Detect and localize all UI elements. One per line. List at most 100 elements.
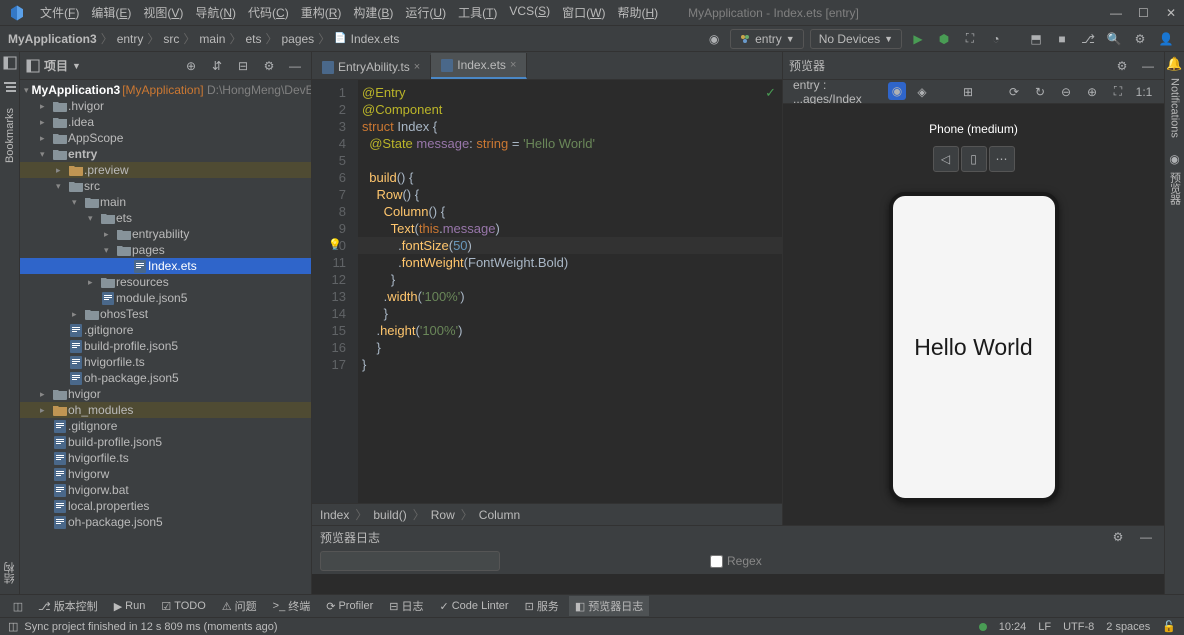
close-tab-icon[interactable]: × <box>510 59 516 71</box>
coverage-button[interactable]: ⛶ <box>960 29 980 49</box>
menu-item[interactable]: 文件(F) <box>34 2 85 23</box>
code-line[interactable]: .height('100%') <box>358 322 782 339</box>
editor-body[interactable]: 1234567891011121314151617 ✓ @Entry@Compo… <box>312 80 782 503</box>
grid-icon[interactable]: ⊞ <box>958 82 978 102</box>
tree-root[interactable]: ▾MyApplication3 [MyApplication] D:\HongM… <box>20 82 311 98</box>
breadcrumb-item[interactable]: pages <box>281 32 314 46</box>
tree-row[interactable]: .gitignore <box>20 418 311 434</box>
editor-tab[interactable]: EntryAbility.ts× <box>312 55 431 79</box>
bottom-tab[interactable]: ▶Run <box>108 598 152 615</box>
breadcrumb-item[interactable]: entry <box>117 32 144 46</box>
intention-bulb-icon[interactable]: 💡 <box>328 237 342 254</box>
code-line[interactable]: @Component <box>358 101 782 118</box>
fit-icon[interactable]: ⛶ <box>1108 82 1128 102</box>
breadcrumb-item[interactable]: src <box>163 32 179 46</box>
bottom-tab[interactable]: ⚠问题 <box>216 596 263 616</box>
tree-row[interactable]: ▾entry <box>20 146 311 162</box>
bottom-left-icon[interactable]: ◫ <box>8 596 28 616</box>
structure-tool-icon[interactable] <box>3 80 17 94</box>
menu-item[interactable]: 视图(V) <box>137 2 189 23</box>
scale-icon[interactable]: 1:1 <box>1134 82 1154 102</box>
regex-checkbox-input[interactable] <box>710 555 723 568</box>
code-line[interactable]: build() { <box>358 169 782 186</box>
readonly-icon[interactable]: 🔓 <box>1162 620 1176 633</box>
line-separator[interactable]: LF <box>1038 621 1051 633</box>
tree-row[interactable]: hvigorw.bat <box>20 482 311 498</box>
profile-button[interactable]: ◔ <box>986 29 1006 49</box>
tree-row[interactable]: oh-package.json5 <box>20 370 311 386</box>
editor-tab[interactable]: Index.ets× <box>431 53 527 79</box>
editor-breadcrumb-item[interactable]: Column <box>479 508 520 522</box>
bottom-tab[interactable]: ◧预览器日志 <box>569 596 649 616</box>
code-line[interactable]: struct Index { <box>358 118 782 135</box>
device-selector[interactable]: No Devices ▼ <box>810 29 902 49</box>
menu-item[interactable]: 代码(C) <box>242 2 295 23</box>
breadcrumb-item[interactable]: main <box>199 32 225 46</box>
menu-item[interactable]: 重构(R) <box>295 2 348 23</box>
close-tab-icon[interactable]: × <box>414 61 420 73</box>
indent-setting[interactable]: 2 spaces <box>1106 621 1150 633</box>
code-line[interactable]: .fontWeight(FontWeight.Bold) <box>358 254 782 271</box>
bottom-toolbar[interactable]: ◫ ⎇版本控制▶Run☑TODO⚠问题>_终端⟳Profiler⊟日志✓Code… <box>0 594 1184 617</box>
menu-item[interactable]: 帮助(H) <box>611 2 664 23</box>
menu-item[interactable]: 导航(N) <box>189 2 242 23</box>
tree-row[interactable]: ▸.idea <box>20 114 311 130</box>
zoom-in-icon[interactable]: ⊕ <box>1082 82 1102 102</box>
breadcrumb-item[interactable]: MyApplication3 <box>8 32 97 46</box>
back-button[interactable]: ◁ <box>933 146 959 172</box>
stop-button[interactable]: ■ <box>1052 29 1072 49</box>
settings-icon[interactable]: ⚙ <box>259 56 279 76</box>
tree-row[interactable]: build-profile.json5 <box>20 434 311 450</box>
compass-icon[interactable]: ◉ <box>704 29 724 49</box>
tree-row[interactable]: .gitignore <box>20 322 311 338</box>
rotate-icon[interactable]: ↻ <box>1030 82 1050 102</box>
tree-row[interactable]: ▾main <box>20 194 311 210</box>
tree-row[interactable]: Index.ets <box>20 258 311 274</box>
code-line[interactable]: Column() { <box>358 203 782 220</box>
log-search-input[interactable] <box>320 551 500 571</box>
project-tool-icon[interactable] <box>3 56 17 70</box>
code-line[interactable]: } <box>358 271 782 288</box>
hide-panel-button[interactable]: — <box>1136 527 1156 547</box>
tree-row[interactable]: ▸oh_modules <box>20 402 311 418</box>
bottom-tab[interactable]: ⟳Profiler <box>320 598 379 615</box>
editor-breadcrumb-item[interactable]: Row <box>431 508 455 522</box>
tree-row[interactable]: ▸.hvigor <box>20 98 311 114</box>
eye-icon[interactable]: ◉ <box>888 82 906 100</box>
structure-tool-button[interactable]: 结构 <box>2 558 18 588</box>
editor-breadcrumb[interactable]: Index〉build()〉Row〉Column <box>312 503 782 525</box>
settings-icon[interactable]: ⚙ <box>1108 527 1128 547</box>
tree-row[interactable]: ▾pages <box>20 242 311 258</box>
notifications-tool-button[interactable]: Notifications <box>1169 72 1181 144</box>
vcs-button[interactable]: ⎇ <box>1078 29 1098 49</box>
code-line[interactable]: } <box>358 339 782 356</box>
attach-button[interactable]: ⬒ <box>1026 29 1046 49</box>
tree-row[interactable]: hvigorfile.ts <box>20 450 311 466</box>
code-line[interactable]: @State message: string = 'Hello World' <box>358 135 782 152</box>
bottom-tab[interactable]: ⎇版本控制 <box>32 596 104 616</box>
tree-row[interactable]: ▸entryability <box>20 226 311 242</box>
debug-button[interactable]: ⬢ <box>934 29 954 49</box>
regex-checkbox[interactable]: Regex <box>710 554 762 568</box>
bottom-tab[interactable]: >_终端 <box>267 596 317 616</box>
code-line[interactable]: 💡 .fontSize(50) <box>358 237 782 254</box>
cursor-position[interactable]: 10:24 <box>999 621 1027 633</box>
bottom-tab[interactable]: ✓Code Linter <box>434 598 515 615</box>
menu-item[interactable]: 工具(T) <box>452 2 503 23</box>
notifications-icon[interactable]: 🔔 <box>1166 56 1182 72</box>
code-line[interactable]: } <box>358 305 782 322</box>
menu-item[interactable]: VCS(S) <box>503 2 556 23</box>
previewer-tool-icon[interactable]: ◉ <box>1169 152 1179 166</box>
tree-row[interactable]: ▸ohosTest <box>20 306 311 322</box>
tree-row[interactable]: ▸hvigor <box>20 386 311 402</box>
editor-breadcrumb-item[interactable]: Index <box>320 508 349 522</box>
bookmarks-tool-button[interactable]: Bookmarks <box>4 104 16 167</box>
settings-button[interactable]: ⚙ <box>1130 29 1150 49</box>
run-button[interactable]: ▶ <box>908 29 928 49</box>
code-line[interactable]: Row() { <box>358 186 782 203</box>
log-output[interactable] <box>312 574 1164 594</box>
breadcrumb-item[interactable]: ets <box>245 32 261 46</box>
tree-row[interactable]: hvigorw <box>20 466 311 482</box>
tree-row[interactable]: ▾src <box>20 178 311 194</box>
collapse-icon[interactable]: ⊟ <box>233 56 253 76</box>
